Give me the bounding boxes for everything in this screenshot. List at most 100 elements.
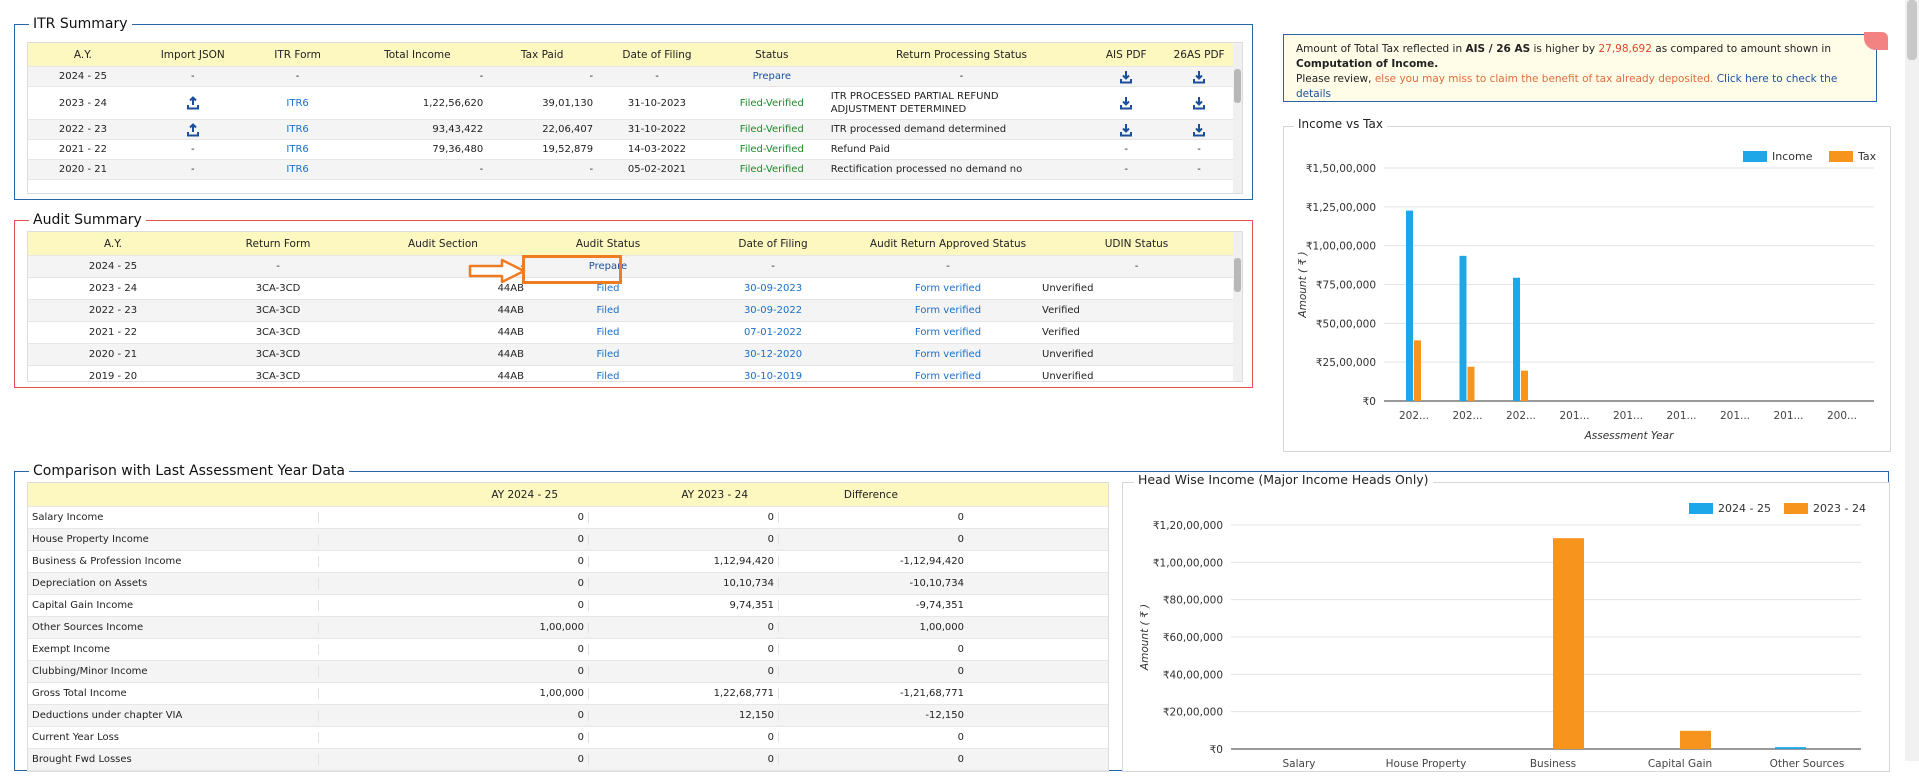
head-wise-chart-legend-label[interactable]: 2024 - 25 <box>1718 502 1771 515</box>
audit-status-link[interactable]: Filed <box>528 305 688 316</box>
audit-approved-status-cell: Form verified <box>914 327 982 338</box>
download-icon[interactable] <box>1119 96 1133 110</box>
itr-form-link[interactable]: ITR6 <box>248 124 348 135</box>
comparison-value-cell: 0 <box>318 512 588 523</box>
itr-ais-pdf-cell[interactable] <box>1096 70 1156 84</box>
itr-as26-pdf-cell: - <box>1197 164 1201 175</box>
income-tax-chart-bar[interactable] <box>1521 370 1528 401</box>
head-wise-chart-bar[interactable] <box>1553 538 1584 749</box>
head-wise-chart-xtick-label: Other Sources <box>1770 758 1845 770</box>
audit-date-cell[interactable]: 30-12-2020 <box>688 349 858 360</box>
comparison-value-cell: 0 <box>318 534 588 545</box>
audit-date-cell[interactable]: 07-01-2022 <box>688 327 858 338</box>
download-icon[interactable] <box>1119 123 1133 137</box>
page-scrollbar[interactable] <box>1905 0 1919 761</box>
upload-icon[interactable] <box>186 122 200 137</box>
income-tax-chart-legend-swatch[interactable] <box>1829 151 1853 162</box>
audit-status-link[interactable]: Filed <box>528 283 688 294</box>
itr-as26-pdf-cell[interactable] <box>1156 70 1242 84</box>
audit-udin-status-cell: Unverified <box>1042 371 1094 382</box>
comparison-label-cell: Clubbing/Minor Income <box>32 666 148 677</box>
audit-return-form-cell: - <box>276 261 280 272</box>
download-icon[interactable] <box>1192 70 1206 84</box>
income-tax-chart-bar[interactable] <box>1467 366 1475 401</box>
income-tax-chart-bar[interactable] <box>1513 277 1520 401</box>
itr-date-cell: 31-10-2023 <box>627 97 687 109</box>
income-tax-chart-legend-label[interactable]: Income <box>1772 150 1813 163</box>
head-wise-income-svg: ₹0 ₹20,00,000 ₹40,00,000 ₹60,00,000 ₹80,00,0… <box>1139 502 1866 770</box>
comparison-value-cell: 0 <box>318 556 588 567</box>
itr-form-link[interactable]: ITR6 <box>248 144 348 155</box>
comparison-value-cell: 0 <box>318 710 588 721</box>
head-wise-chart-bar[interactable] <box>1775 747 1806 749</box>
alert-text-2: is higher by <box>1530 43 1599 55</box>
download-icon[interactable] <box>1192 123 1206 137</box>
upload-icon[interactable] <box>186 96 200 110</box>
income-tax-chart-bar[interactable] <box>1406 210 1413 401</box>
comparison-value-cell: 0 <box>588 666 778 677</box>
comparison-header-row: AY 2024 - 25 AY 2023 - 24 Difference <box>28 483 1108 507</box>
comparison-value-cell: -9,74,351 <box>778 600 968 611</box>
comparison-row: Clubbing/Minor Income 0 0 0 <box>28 661 1108 683</box>
head-wise-chart-legend-swatch[interactable] <box>1784 503 1808 514</box>
head-wise-chart-legend-swatch[interactable] <box>1689 503 1713 514</box>
audit-table-scrollbar[interactable] <box>1233 232 1242 381</box>
comparison-label-cell: Business & Profession Income <box>32 556 182 567</box>
itr-processing-status-cell: Refund Paid <box>827 143 1097 156</box>
itr-ay-cell: 2023 - 24 <box>58 97 107 109</box>
comparison-label-cell: Capital Gain Income <box>32 600 134 611</box>
itr-table-scrollbar[interactable] <box>1233 43 1242 193</box>
itr-ais-pdf-cell[interactable] <box>1096 96 1156 110</box>
income-tax-chart-bar[interactable] <box>1459 255 1467 401</box>
audit-status-link[interactable]: Filed <box>528 327 688 338</box>
comparison-row: Current Year Loss 0 0 0 <box>28 727 1108 749</box>
itr-tax-paid-cell: - <box>589 71 594 82</box>
audit-status-link[interactable]: Filed <box>528 371 688 381</box>
itr-as26-pdf-cell[interactable] <box>1156 123 1242 137</box>
comparison-label-cell: Brought Fwd Losses <box>32 754 132 765</box>
audit-approved-status-cell: Form verified <box>914 349 982 360</box>
itr-as26-pdf-cell[interactable] <box>1156 96 1242 110</box>
comparison-row: Brought Fwd Losses 0 0 0 <box>28 749 1108 771</box>
income-tax-chart-bar[interactable] <box>1414 340 1421 401</box>
comparison-value-cell: 0 <box>588 622 778 633</box>
itr-row: 2023 - 24 ITR6 1,22,56,620 39,01,130 31-10-2… <box>28 87 1242 120</box>
itr-form-link: - <box>295 71 300 82</box>
audit-summary-section: Audit Summary A.Y. Return Form Audit Secti… <box>14 212 1253 388</box>
head-wise-chart-bar[interactable] <box>1680 730 1711 749</box>
itr-status-cell: Filed-Verified <box>739 124 804 135</box>
download-icon[interactable] <box>1119 70 1133 84</box>
income-tax-chart-legend-label[interactable]: Tax <box>1857 150 1877 163</box>
itr-import-json-cell[interactable] <box>138 96 248 110</box>
head-wise-chart-legend-label[interactable]: 2023 - 24 <box>1813 502 1866 515</box>
head-wise-chart-xtick-label: Salary <box>1283 758 1316 770</box>
audit-udin-status-cell: Verified <box>1042 327 1080 338</box>
processing-line: - <box>959 71 964 82</box>
audit-return-form-cell: 3CA-3CD <box>255 327 301 338</box>
audit-section-cell: 44AB <box>497 349 524 360</box>
audit-row: 2020 - 21 3CA-3CD 44AB Filed 30-12-2020 Form … <box>28 344 1242 366</box>
download-icon[interactable] <box>1192 96 1206 110</box>
audit-udin-status-cell: - <box>1134 261 1139 272</box>
audit-date-cell[interactable]: 30-09-2022 <box>688 305 858 316</box>
head-wise-income-chart: ₹0 ₹20,00,000 ₹40,00,000 ₹60,00,000 ₹80,00,0… <box>1122 482 1890 772</box>
head-wise-chart-ytick-label: ₹20,00,000 <box>1163 707 1223 719</box>
itr-summary-title: ITR Summary <box>29 16 132 32</box>
income-tax-chart-ytick-label: ₹75,00,000 <box>1316 280 1376 292</box>
comparison-value-cell: 0 <box>588 644 778 655</box>
audit-date-cell[interactable]: 30-09-2023 <box>688 283 858 294</box>
comparison-value-cell: 0 <box>778 754 968 765</box>
income-vs-tax-svg: ₹0 ₹25,00,000 ₹50,00,000 ₹75,00,000 ₹1,00,00… <box>1297 150 1877 442</box>
comparison-value-cell: 0 <box>778 732 968 743</box>
audit-return-form-cell: 3CA-3CD <box>255 283 301 294</box>
comparison-row: Salary Income 0 0 0 <box>28 507 1108 529</box>
income-tax-chart-legend-swatch[interactable] <box>1743 151 1767 162</box>
audit-date-cell[interactable]: 30-10-2019 <box>688 371 858 381</box>
itr-form-link[interactable]: ITR6 <box>248 98 348 109</box>
itr-import-json-cell[interactable] <box>138 122 248 137</box>
itr-status-cell[interactable]: Prepare <box>717 71 827 82</box>
itr-ais-pdf-cell[interactable] <box>1096 123 1156 137</box>
audit-status-link[interactable]: Filed <box>528 349 688 360</box>
comparison-title: Comparison with Last Assessment Year Dat… <box>29 463 349 479</box>
itr-form-link[interactable]: ITR6 <box>248 164 348 175</box>
